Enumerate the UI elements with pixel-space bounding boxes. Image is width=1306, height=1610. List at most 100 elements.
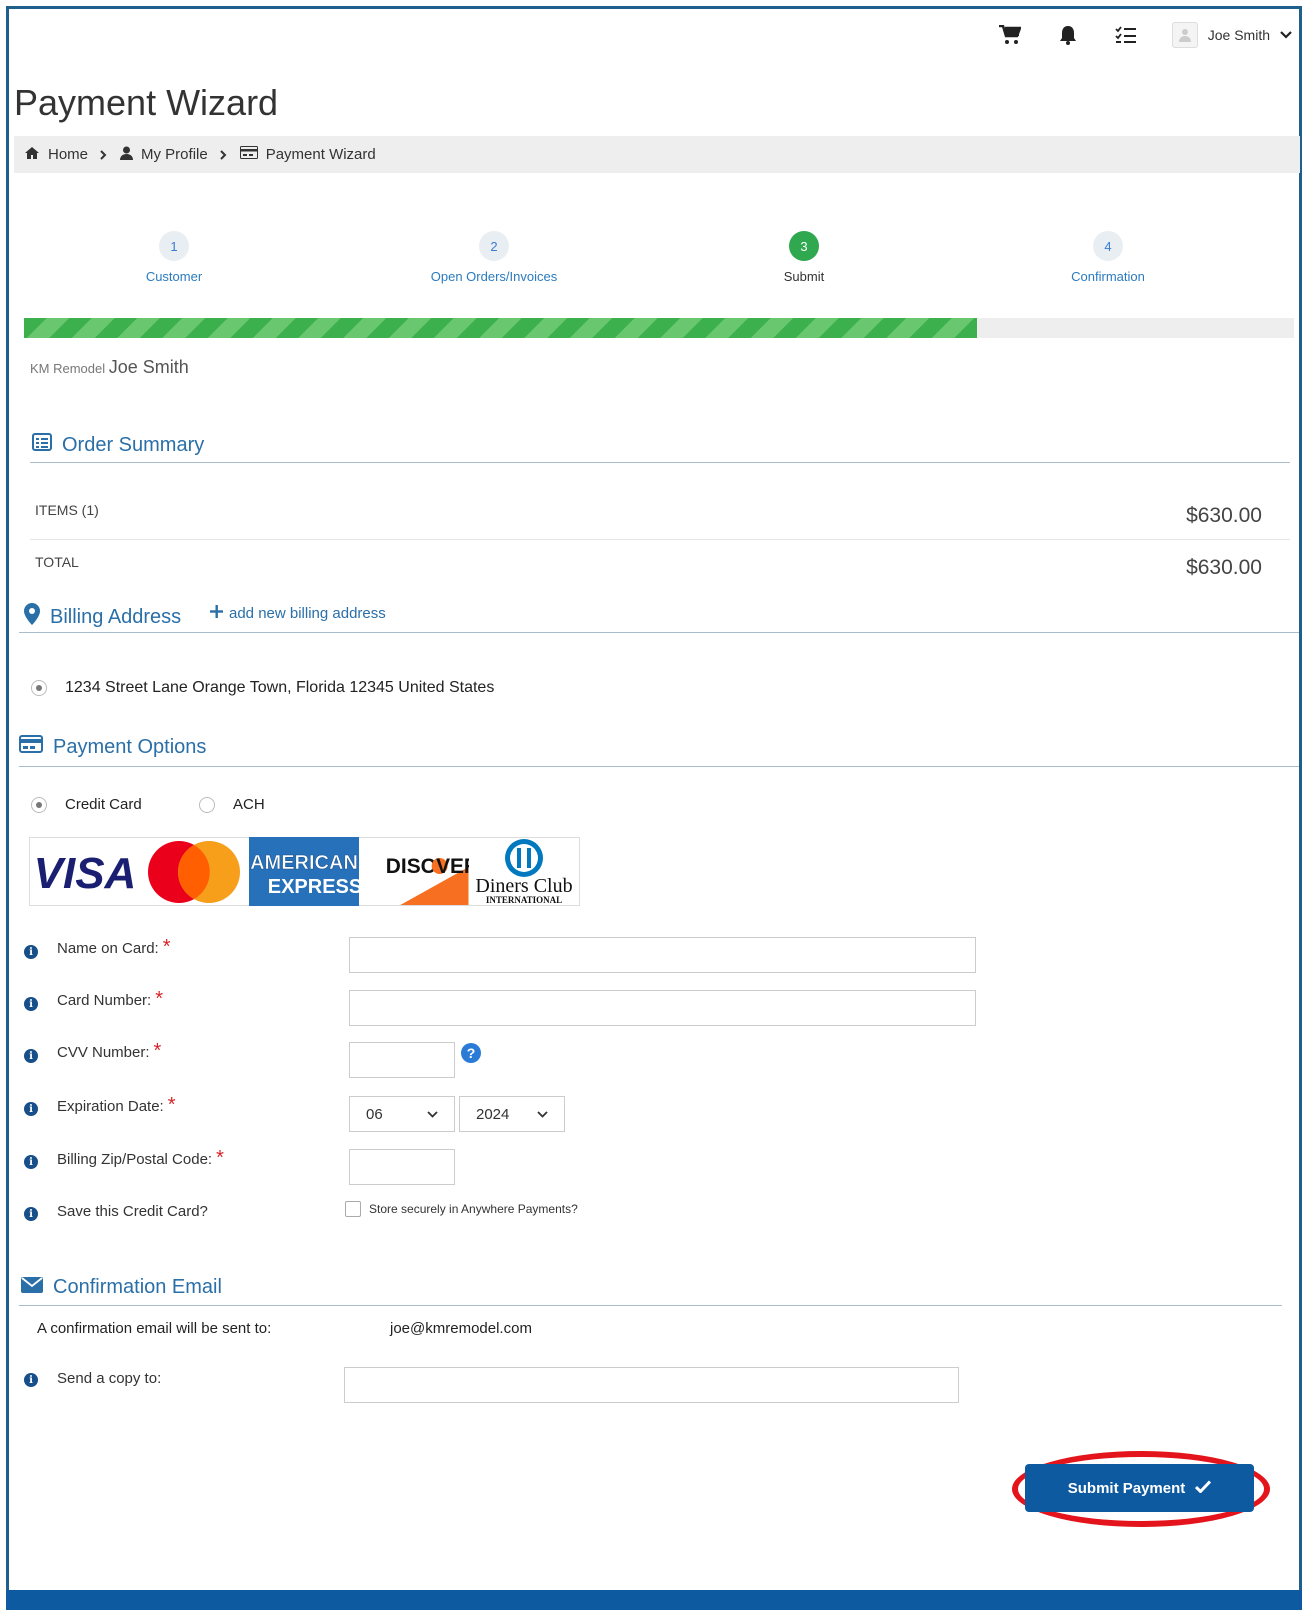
avatar: [1171, 22, 1198, 48]
chevron-down-icon: [1280, 27, 1292, 43]
step-number: 3: [789, 231, 819, 261]
info-icon[interactable]: i: [24, 1207, 38, 1221]
wizard-step-confirmation[interactable]: 4 Confirmation: [1008, 231, 1208, 284]
tasks-icon[interactable]: [1114, 23, 1138, 47]
required-asterisk: *: [216, 1147, 224, 1169]
items-label: ITEMS (1): [35, 502, 99, 518]
chevron-right-icon: [219, 147, 228, 163]
billing-address-heading: Billing Address: [24, 603, 181, 631]
total-label: TOTAL: [35, 554, 79, 570]
envelope-icon: [21, 1276, 43, 1299]
section-title: Order Summary: [62, 433, 205, 456]
step-label: Confirmation: [1071, 269, 1145, 284]
option-label: Credit Card: [65, 796, 142, 813]
save-card-label: Save this Credit Card?: [57, 1203, 208, 1220]
billing-address-option[interactable]: 1234 Street Lane Orange Town, Florida 12…: [31, 679, 494, 697]
billing-zip-input[interactable]: [349, 1149, 455, 1185]
chevron-down-icon: [537, 1106, 548, 1123]
breadcrumb-home[interactable]: Home: [24, 146, 88, 164]
step-number: 4: [1093, 231, 1123, 261]
name-on-card-label: Name on Card: *: [57, 936, 171, 958]
footer-bar: [6, 1590, 1302, 1610]
svg-text:INTERNATIONAL: INTERNATIONAL: [486, 895, 562, 905]
info-icon[interactable]: i: [24, 1155, 38, 1169]
send-copy-label: Send a copy to:: [57, 1370, 161, 1387]
store-card-checkbox[interactable]: [345, 1201, 361, 1217]
svg-text:Diners Club: Diners Club: [475, 875, 572, 897]
customer-info: KM Remodel Joe Smith: [30, 357, 189, 378]
step-number: 2: [479, 231, 509, 261]
help-question-icon[interactable]: ?: [461, 1043, 481, 1063]
wizard-progress-bar: [24, 318, 1294, 338]
user-menu[interactable]: Joe Smith: [1171, 22, 1292, 48]
card-number-label: Card Number: *: [57, 989, 163, 1009]
field-label: Card Number:: [57, 992, 152, 1009]
divider: [19, 1305, 1282, 1306]
name-on-card-input[interactable]: [349, 937, 976, 973]
select-value: 06: [366, 1105, 383, 1123]
card-number-input[interactable]: [349, 990, 976, 1026]
page-title: Payment Wizard: [14, 82, 279, 123]
send-copy-input[interactable]: [344, 1367, 959, 1403]
address-radio[interactable]: [31, 680, 47, 696]
required-asterisk: *: [167, 1094, 176, 1116]
step-label: Submit: [783, 269, 825, 284]
customer-company: KM Remodel: [30, 361, 106, 376]
payment-option-ach[interactable]: ACH: [199, 796, 265, 813]
info-icon[interactable]: i: [24, 1049, 38, 1063]
breadcrumb-label: Home: [48, 146, 89, 163]
info-icon[interactable]: i: [24, 945, 38, 959]
map-marker-icon: [24, 603, 40, 631]
breadcrumb: Home My Profile Payment Wizard: [14, 136, 1300, 173]
field-label: Billing Zip/Postal Code:: [57, 1151, 213, 1168]
info-icon[interactable]: i: [24, 997, 38, 1011]
submit-payment-button[interactable]: Submit Payment: [1025, 1464, 1254, 1512]
info-icon[interactable]: i: [24, 1373, 38, 1387]
mastercard-logo: [139, 838, 249, 905]
add-link-label: add new billing address: [229, 605, 386, 622]
customer-name: Joe Smith: [108, 357, 189, 377]
add-billing-address-link[interactable]: add new billing address: [210, 605, 386, 622]
visa-logo: VISA: [30, 838, 140, 905]
store-card-option[interactable]: Store securely in Anywhere Payments?: [345, 1201, 578, 1217]
breadcrumb-my-profile[interactable]: My Profile: [120, 146, 208, 164]
button-label: Submit Payment: [1067, 1479, 1186, 1497]
bell-icon[interactable]: [1056, 23, 1080, 47]
select-value: 2024: [476, 1105, 510, 1123]
address-text: 1234 Street Lane Orange Town, Florida 12…: [65, 679, 495, 696]
ach-radio[interactable]: [199, 796, 215, 813]
store-card-label: Store securely in Anywhere Payments?: [369, 1202, 578, 1216]
cart-icon[interactable]: [998, 23, 1022, 47]
divider: [19, 766, 1299, 767]
wizard-step-submit: 3 Submit: [704, 231, 904, 284]
wizard-step-customer[interactable]: 1 Customer: [74, 231, 274, 284]
breadcrumb-label: My Profile: [141, 146, 208, 163]
field-label: Expiration Date:: [57, 1098, 164, 1115]
section-title: Payment Options: [53, 735, 207, 758]
required-asterisk: *: [162, 936, 171, 958]
confirmation-sent-label: A confirmation email will be sent to:: [37, 1320, 272, 1337]
credit-card-radio[interactable]: [31, 796, 47, 813]
progress-fill: [24, 318, 977, 338]
diners-club-logo: Diners Club INTERNATIONAL: [468, 838, 579, 905]
plus-icon: [210, 605, 223, 622]
step-label: Customer: [145, 269, 203, 284]
order-summary-heading: Order Summary: [32, 433, 204, 457]
cvv-input[interactable]: [349, 1042, 455, 1078]
payment-option-credit-card[interactable]: Credit Card: [31, 796, 142, 813]
field-label: CVV Number:: [57, 1044, 150, 1061]
divider: [30, 462, 1290, 463]
field-label: Name on Card:: [57, 940, 159, 957]
wizard-step-open-orders[interactable]: 2 Open Orders/Invoices: [394, 231, 594, 284]
user-name: Joe Smith: [1207, 27, 1270, 43]
divider: [19, 632, 1299, 633]
breadcrumb-label: Payment Wizard: [265, 146, 376, 163]
expiration-month-select[interactable]: 06: [349, 1096, 455, 1132]
user-icon: [120, 146, 134, 164]
svg-text:DISC: DISC: [386, 855, 436, 878]
info-icon[interactable]: i: [24, 1102, 38, 1116]
check-icon: [1195, 1479, 1212, 1497]
expiration-year-select[interactable]: 2024: [459, 1096, 565, 1132]
step-number: 1: [159, 231, 189, 261]
required-asterisk: *: [153, 1040, 162, 1062]
